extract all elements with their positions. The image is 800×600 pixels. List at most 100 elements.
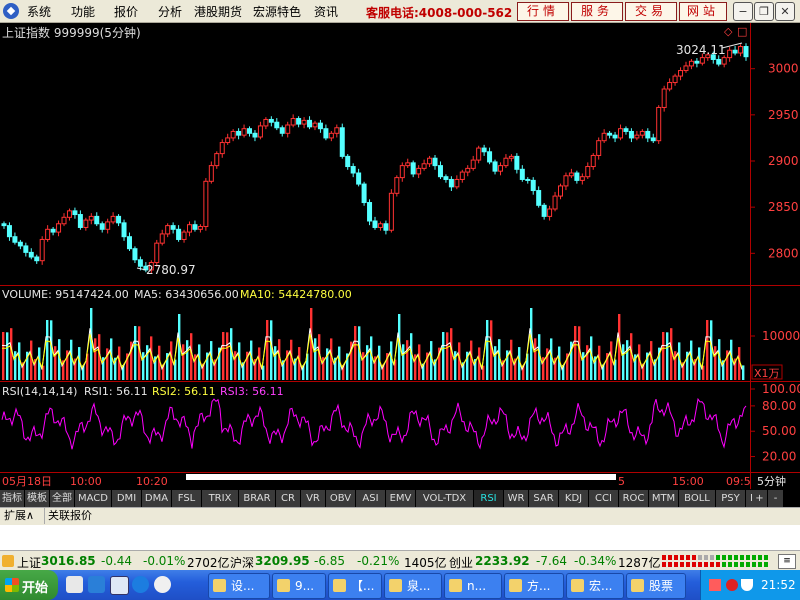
- tab--[interactable]: 模板: [25, 490, 50, 507]
- price-tick-label: 2900: [768, 154, 799, 168]
- zoom-in-button[interactable]: +: [752, 490, 768, 507]
- volume-tick: 10000: [762, 329, 800, 343]
- trade-button[interactable]: 交易: [625, 2, 677, 21]
- tab-brar[interactable]: BRAR: [239, 490, 276, 507]
- website-button[interactable]: 网站: [679, 2, 727, 21]
- rsi3-label: RSI3: 56.11: [220, 385, 284, 398]
- extension-bar: 扩展∧ 关联报价: [0, 507, 800, 525]
- tab-fsl[interactable]: FSL: [172, 490, 202, 507]
- candle: [203, 178, 209, 231]
- menu-analysis[interactable]: 分析: [158, 3, 182, 20]
- menu-function[interactable]: 功能: [71, 3, 95, 20]
- chart-title: 上证指数 999999(5分钟): [2, 25, 141, 40]
- tab-cr[interactable]: CR: [276, 490, 301, 507]
- tab--[interactable]: 指标: [0, 490, 25, 507]
- candle: [656, 105, 662, 144]
- menu-info[interactable]: 资讯: [314, 3, 338, 20]
- minimize-icon[interactable]: −: [733, 2, 753, 21]
- start-button[interactable]: 开始: [0, 570, 58, 600]
- tab-trix[interactable]: TRIX: [202, 490, 239, 507]
- menu-hongyuan[interactable]: 宏源特色: [253, 3, 301, 20]
- taskbar-window-button[interactable]: 9...: [272, 573, 326, 599]
- tab-dmi[interactable]: DMI: [112, 490, 142, 507]
- app-logo-icon[interactable]: [3, 3, 19, 19]
- taskbar-window-button[interactable]: 股票: [626, 573, 686, 599]
- tab-boll[interactable]: BOLL: [679, 490, 716, 507]
- tab-macd[interactable]: MACD: [75, 490, 112, 507]
- volume-label: VOLUME: 95147424.00: [2, 288, 129, 301]
- volume-ma5-label: MA5: 63430656.00: [134, 288, 239, 301]
- menu-bar: 系统 功能 报价 分析 港股期货 宏源特色 资讯 客服电话:4008-000-5…: [0, 0, 800, 23]
- tab-vr[interactable]: VR: [301, 490, 326, 507]
- tab-roc[interactable]: ROC: [619, 490, 649, 507]
- tab-emv[interactable]: EMV: [386, 490, 416, 507]
- tab-sar[interactable]: SAR: [529, 490, 559, 507]
- volume-bar: [266, 320, 269, 380]
- tab-mtm[interactable]: MTM: [649, 490, 679, 507]
- sz-pct: -0.21%: [357, 554, 400, 568]
- close-icon[interactable]: ✕: [775, 2, 795, 21]
- volume-bar: [146, 345, 149, 380]
- volume-bar: [366, 345, 369, 380]
- windows-taskbar: 开始 设... 9... 【... 泉... n... 方... 宏... 股票 21:52: [0, 570, 800, 600]
- tab-obv[interactable]: OBV: [326, 490, 356, 507]
- index-ticker: 上证 3016.85 -0.44 -0.01% 2702亿 沪深 3209.95…: [0, 550, 800, 571]
- menu-quote[interactable]: 报价: [114, 3, 138, 20]
- tab-dma[interactable]: DMA: [142, 490, 172, 507]
- ticker-icon[interactable]: [2, 555, 14, 567]
- menu-system[interactable]: 系统: [27, 3, 51, 20]
- related-quotes-button[interactable]: 关联报价: [48, 509, 92, 523]
- volume-bar: [402, 344, 405, 380]
- quicklaunch-window-icon[interactable]: [110, 576, 129, 595]
- restore-icon[interactable]: ❐: [754, 2, 774, 21]
- volume-unit: X1万: [754, 367, 780, 380]
- quicklaunch-app-icon[interactable]: [154, 576, 171, 593]
- tray-app-icon[interactable]: [709, 579, 721, 591]
- window-icon[interactable]: □: [737, 25, 747, 38]
- rsi1-label: RSI1: 56.11: [84, 385, 148, 398]
- tray-clock[interactable]: 21:52: [761, 578, 796, 592]
- tab-kdj[interactable]: KDJ: [559, 490, 589, 507]
- high-price-label: 3024.11: [676, 43, 726, 57]
- volume-bar: [430, 341, 433, 380]
- tray-shield-icon[interactable]: [741, 579, 753, 591]
- stock-chart[interactable]: 上证指数 999999(5分钟) 3000 2950 2900 2850 2800 30…: [0, 23, 800, 490]
- taskbar-window-button[interactable]: 设...: [208, 573, 270, 599]
- tab--[interactable]: 全部: [50, 490, 75, 507]
- price-tick-label: 2850: [768, 200, 799, 214]
- sz-value: 3209.95: [255, 554, 310, 568]
- service-button[interactable]: 服务: [571, 2, 623, 21]
- period-label[interactable]: 5分钟: [757, 474, 786, 488]
- taskbar-window-button[interactable]: 【...: [328, 573, 382, 599]
- tab-vol-tdx[interactable]: VOL-TDX: [416, 490, 474, 507]
- expand-button[interactable]: 扩展∧: [4, 509, 34, 523]
- volume-bar: [590, 336, 593, 380]
- tab-wr[interactable]: WR: [504, 490, 529, 507]
- ticker-menu-icon[interactable]: ≡: [778, 554, 796, 569]
- quicklaunch-media-icon[interactable]: [88, 576, 105, 593]
- taskbar-app-icon: [333, 579, 346, 592]
- taskbar-window-button[interactable]: 宏...: [566, 573, 624, 599]
- zoom-out-button[interactable]: -: [768, 490, 784, 507]
- tab-psy[interactable]: PSY: [716, 490, 746, 507]
- rsi-params-label: RSI(14,14,14): [2, 385, 77, 398]
- quicklaunch-ie-icon[interactable]: [132, 576, 149, 593]
- quicklaunch-desktop-icon[interactable]: [66, 576, 83, 593]
- volume-bar: [442, 332, 445, 380]
- tab-asi[interactable]: ASI: [356, 490, 386, 507]
- taskbar-window-button[interactable]: n...: [444, 573, 502, 599]
- volume-bar: [390, 341, 393, 380]
- taskbar-window-button[interactable]: 方...: [504, 573, 564, 599]
- volume-bar: [370, 336, 373, 380]
- volume-bar: [250, 340, 253, 380]
- diamond-icon[interactable]: ◇: [724, 25, 733, 38]
- tab-cci[interactable]: CCI: [589, 490, 619, 507]
- market-button[interactable]: 行情: [517, 2, 569, 21]
- taskbar-app-icon: [213, 579, 226, 592]
- taskbar-window-button[interactable]: 泉...: [384, 573, 442, 599]
- tooltip-strip: [186, 474, 616, 480]
- tab-rsi[interactable]: RSI: [474, 490, 504, 507]
- tray-cross-icon[interactable]: [726, 579, 738, 591]
- menu-hk-futures[interactable]: 港股期货: [194, 3, 242, 20]
- cy-change: -7.64: [536, 554, 568, 568]
